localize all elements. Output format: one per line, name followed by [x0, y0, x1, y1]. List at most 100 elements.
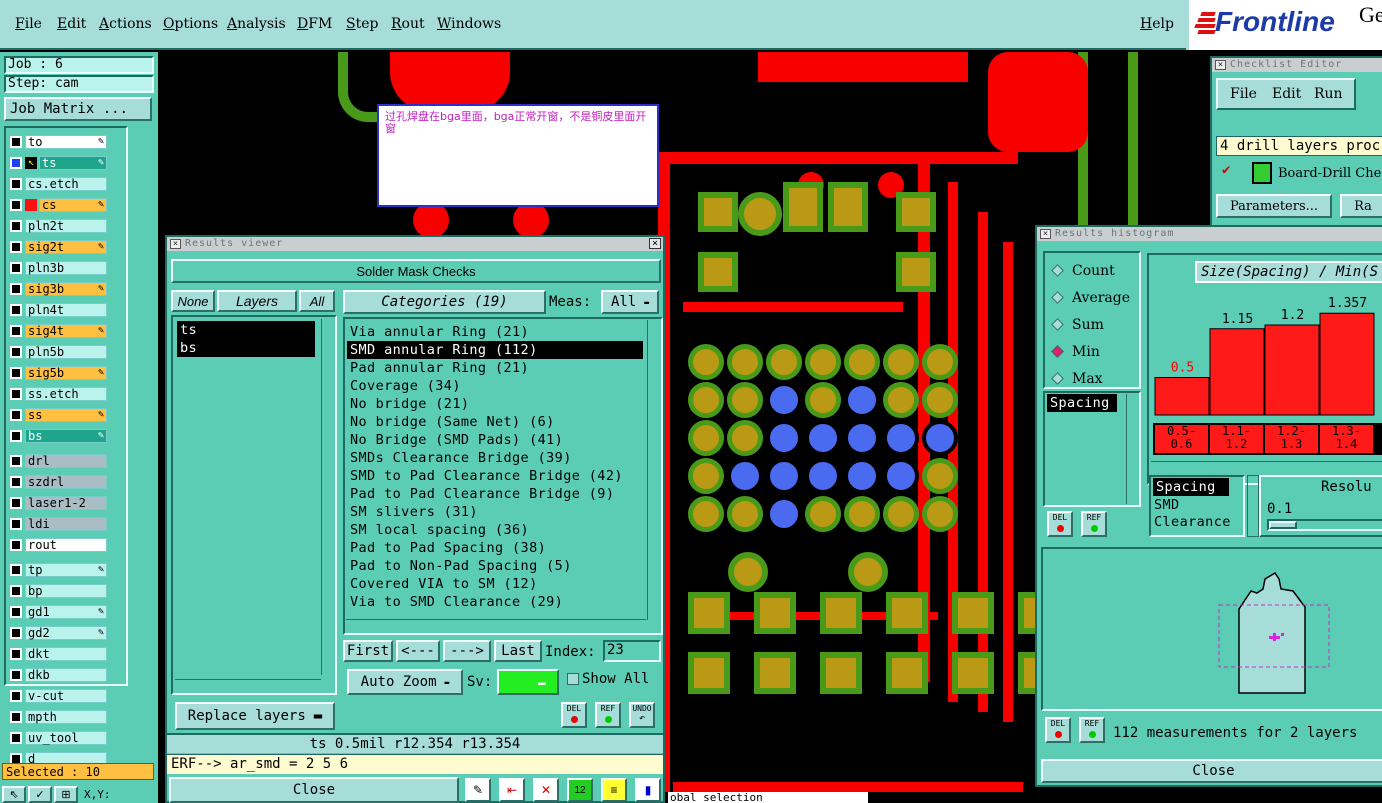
drill-check-icon[interactable] [1252, 162, 1272, 184]
spacing-item[interactable]: Spacing [1047, 394, 1117, 412]
layer-row-gd2[interactable]: gd2 ✎ [8, 625, 124, 640]
layer-row-drl[interactable]: drl [8, 453, 124, 468]
menu-actions[interactable]: Actions [99, 16, 152, 32]
layer-checkbox[interactable] [10, 584, 22, 597]
layer-row-cs.etch[interactable]: cs.etch [8, 176, 124, 191]
histogram-lower-list[interactable]: Spacing SMD Clearance [1149, 475, 1245, 537]
category-item[interactable]: Pad annular Ring (21) [347, 359, 643, 377]
layer-row-v-cut[interactable]: v-cut [8, 688, 124, 703]
category-item[interactable]: No bridge (21) [347, 395, 643, 413]
layer-row-pln2t[interactable]: pln2t [8, 218, 124, 233]
show-all-checkbox[interactable] [567, 673, 579, 685]
layer-checkbox[interactable] [10, 605, 22, 618]
histogram-bar[interactable] [1209, 328, 1265, 416]
layer-checkbox[interactable] [10, 538, 22, 551]
lower-list-item[interactable]: Clearance [1151, 513, 1243, 530]
checklist-action-label[interactable]: Board-Drill Che [1278, 166, 1381, 181]
auto-zoom-dropdown[interactable]: Auto Zoom ▬ [347, 669, 463, 695]
layer-row-to[interactable]: to ✎ [8, 134, 124, 149]
layer-checkbox[interactable] [10, 219, 22, 232]
layer-row-laser1-2[interactable]: laser1-2 [8, 495, 124, 510]
next-button[interactable]: ---> [443, 640, 491, 662]
layer-row-mpth[interactable]: mpth [8, 709, 124, 724]
layer-row-pln3b[interactable]: pln3b [8, 260, 124, 275]
undo-icon[interactable]: UNDO ↶ [629, 702, 655, 728]
lower-list-scrollbar[interactable] [1247, 475, 1259, 537]
category-item[interactable]: Covered VIA to SM (12) [347, 575, 643, 593]
checklist-menu-file[interactable]: File [1230, 86, 1257, 102]
layer-row-ss[interactable]: ss ✎ [8, 407, 124, 422]
menu-options[interactable]: Options [163, 16, 218, 32]
layer-row-ts[interactable]: ↖ ts ✎ [8, 155, 124, 170]
all-layers-button[interactable]: All [299, 290, 335, 312]
menu-edit[interactable]: Edit [57, 16, 86, 32]
preview-reference-icon[interactable]: REF [1079, 717, 1105, 743]
histogram-delete-icon[interactable]: DEL [1047, 511, 1073, 537]
histogram-bar[interactable] [1154, 377, 1210, 416]
histogram-tool-icon[interactable]: ▮ [635, 778, 661, 802]
layer-checkbox[interactable] [10, 710, 22, 723]
layer-checkbox[interactable] [10, 240, 22, 253]
layer-checkbox[interactable] [10, 517, 22, 530]
layer-row-sig4t[interactable]: sig4t ✎ [8, 323, 124, 338]
exit-tool-icon[interactable]: ⇤ [499, 778, 525, 802]
lower-list-item[interactable]: SMD [1151, 496, 1243, 513]
preview-delete-icon[interactable]: DEL [1045, 717, 1071, 743]
layer-row-bs[interactable]: bs ✎ [8, 428, 124, 443]
category-item[interactable]: Pad to Non-Pad Spacing (5) [347, 557, 643, 575]
layer-row-cs[interactable]: cs ✎ [8, 197, 124, 212]
histogram-left-list[interactable]: Spacing [1043, 391, 1141, 507]
layer-row-dkb[interactable]: dkb [8, 667, 124, 682]
categories-list[interactable]: Via annular Ring (21) SMD annular Ring (1… [343, 317, 663, 635]
resolution-slider[interactable] [1267, 519, 1382, 531]
layer-row-gd1[interactable]: gd1 ✎ [8, 604, 124, 619]
mode-option-sum[interactable]: Sum [1045, 311, 1139, 338]
bin-label[interactable]: 0.5- 0.6 [1155, 425, 1208, 453]
layer-checkbox[interactable] [10, 387, 22, 400]
sequence-tool-icon[interactable]: 12 [567, 778, 593, 802]
layer-checkbox[interactable] [10, 475, 22, 488]
category-item[interactable]: No Bridge (SMD Pads) (41) [347, 431, 643, 449]
layer-checkbox[interactable] [10, 647, 22, 660]
category-item[interactable]: SMD annular Ring (112) [347, 341, 643, 359]
category-item[interactable]: SM slivers (31) [347, 503, 643, 521]
category-item[interactable]: No bridge (Same Net) (6) [347, 413, 643, 431]
layers-h-scrollbar[interactable] [175, 679, 321, 691]
layer-row-ldi[interactable]: ldi [8, 516, 124, 531]
layers-list[interactable]: ts bs [171, 315, 337, 695]
layer-checkbox[interactable] [10, 324, 22, 337]
layer-row-szdrl[interactable]: szdrl [8, 474, 124, 489]
mode-option-min[interactable]: Min [1045, 338, 1139, 365]
layer-checkbox[interactable] [10, 626, 22, 639]
histogram-titlebar[interactable]: × Results histogram [1037, 227, 1382, 241]
layer-checkbox[interactable] [10, 198, 22, 211]
category-item[interactable]: Via to SMD Clearance (29) [347, 593, 643, 611]
resolution-slider-thumb[interactable] [1269, 521, 1297, 529]
ranges-button[interactable]: Ra [1340, 194, 1382, 218]
bin-label[interactable]: 1.1- 1.2 [1210, 425, 1263, 453]
layer-checkbox[interactable] [10, 689, 22, 702]
layer-row-rout[interactable]: rout [8, 537, 124, 552]
menu-analysis[interactable]: Analysis [227, 16, 286, 32]
lower-list-item[interactable]: Spacing [1153, 478, 1229, 496]
layer-row-sig5b[interactable]: sig5b ✎ [8, 365, 124, 380]
layer-checkbox[interactable] [10, 345, 22, 358]
category-item[interactable]: SMD to Pad Clearance Bridge (42) [347, 467, 643, 485]
categories-button[interactable]: Categories (19) [343, 290, 546, 314]
mode-option-count[interactable]: Count [1045, 257, 1139, 284]
layer-checkbox[interactable] [10, 366, 22, 379]
histogram-bar[interactable] [1319, 312, 1375, 416]
results-close-button[interactable]: Close [169, 777, 459, 803]
checklist-titlebar[interactable]: × Checklist Editor [1212, 58, 1382, 72]
checklist-menu-run[interactable]: Run [1314, 86, 1343, 102]
layer-row-sig2t[interactable]: sig2t ✎ [8, 239, 124, 254]
chart-h-scrollbar[interactable] [1151, 461, 1382, 473]
layer-checkbox[interactable] [10, 496, 22, 509]
layer-checkbox[interactable] [10, 135, 22, 148]
menu-dfm[interactable]: DFM [297, 16, 332, 32]
histogram-close-button[interactable]: Close [1041, 759, 1382, 783]
meas-dropdown[interactable]: All ▬ [601, 290, 659, 314]
menu-windows[interactable]: Windows [437, 16, 501, 32]
menu-file[interactable]: File [15, 16, 42, 32]
layer-checkbox[interactable] [10, 261, 22, 274]
